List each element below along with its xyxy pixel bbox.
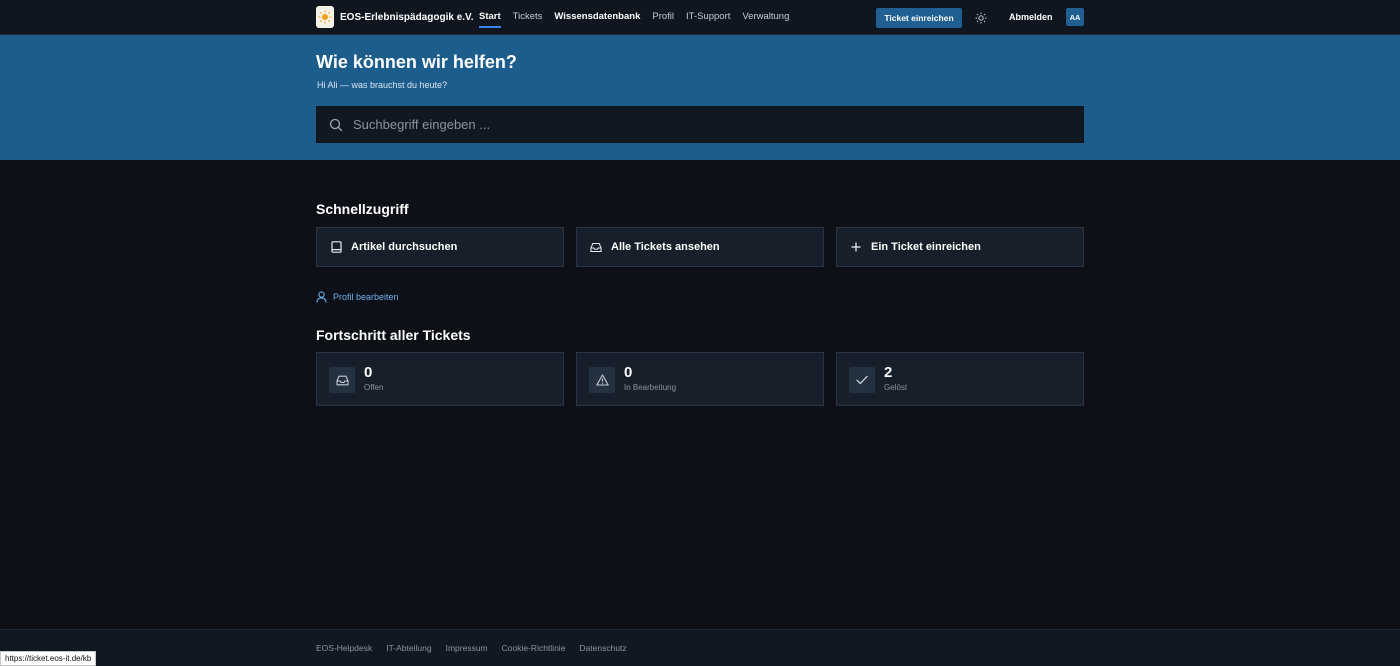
brand[interactable]: EOS-Erlebnispädagogik e.V. — [316, 6, 474, 28]
progress-title: Fortschritt aller Tickets — [316, 327, 471, 343]
logout-link[interactable]: Abmelden — [1009, 12, 1053, 22]
footer-links: EOS-Helpdesk IT-Abteilung Impressum Cook… — [316, 643, 641, 653]
greeting-subtitle: Hi Ali — was brauchst du heute? — [317, 80, 448, 90]
footer: EOS-Helpdesk IT-Abteilung Impressum Cook… — [0, 629, 1400, 666]
stat-card-in-progress[interactable]: 0 In Bearbeitung — [576, 352, 824, 406]
stat-card-resolved[interactable]: 2 Gelöst — [836, 352, 1084, 406]
check-icon — [849, 367, 875, 393]
nav-link-it-support[interactable]: IT-Support — [686, 0, 730, 35]
qa-card-label: Alle Tickets ansehen — [611, 241, 720, 253]
submit-ticket-button[interactable]: Ticket einreichen — [876, 8, 962, 28]
inbox-icon — [590, 241, 602, 253]
footer-link-it-department[interactable]: IT-Abteilung — [386, 643, 431, 653]
edit-profile-link[interactable]: Profil bearbeiten — [316, 291, 399, 303]
stat-label: Gelöst — [884, 383, 908, 392]
top-navigation: EOS-Erlebnispädagogik e.V. Start Tickets… — [0, 0, 1400, 35]
footer-link-imprint[interactable]: Impressum — [446, 643, 488, 653]
view-all-tickets-card[interactable]: Alle Tickets ansehen — [576, 227, 824, 267]
edit-profile-label: Profil bearbeiten — [333, 292, 399, 302]
stat-value: 2 — [884, 364, 893, 381]
nav-link-tickets[interactable]: Tickets — [513, 0, 543, 35]
hero-section: Wie können wir helfen? Hi Ali — was brau… — [0, 35, 1400, 160]
brand-name: EOS-Erlebnispädagogik e.V. — [340, 11, 474, 23]
user-icon — [316, 291, 327, 303]
browse-articles-card[interactable]: Artikel durchsuchen — [316, 227, 564, 267]
footer-link-cookie-policy[interactable]: Cookie-Richtlinie — [502, 643, 566, 653]
avatar[interactable]: AA — [1066, 8, 1084, 26]
stat-label: In Bearbeitung — [624, 383, 677, 392]
inbox-icon — [329, 367, 355, 393]
nav-link-verwaltung[interactable]: Verwaltung — [742, 0, 789, 35]
stat-value: 0 — [364, 364, 373, 381]
search-icon — [329, 118, 343, 132]
footer-link-helpdesk[interactable]: EOS-Helpdesk — [316, 643, 372, 653]
stat-value: 0 — [624, 364, 633, 381]
sun-logo-icon — [316, 6, 334, 28]
footer-link-privacy[interactable]: Datenschutz — [579, 643, 626, 653]
sun-icon — [975, 12, 987, 24]
page-title: Wie können wir helfen? — [316, 52, 517, 72]
nav-link-start[interactable]: Start — [479, 0, 501, 35]
search-input[interactable] — [353, 107, 1083, 142]
nav-link-profil[interactable]: Profil — [652, 0, 674, 35]
stat-card-open[interactable]: 0 Offen — [316, 352, 564, 406]
nav-link-wissensdatenbank[interactable]: Wissensdatenbank — [554, 0, 640, 35]
book-icon — [330, 241, 342, 253]
plus-icon — [850, 241, 862, 253]
main-nav: Start Tickets Wissensdatenbank Profil IT… — [479, 0, 801, 35]
browser-status-url: https://ticket.eos-it.de/kb — [0, 651, 97, 666]
theme-toggle-button[interactable] — [973, 10, 989, 26]
submit-ticket-card[interactable]: Ein Ticket einreichen — [836, 227, 1084, 267]
quick-access-title: Schnellzugriff — [316, 201, 409, 217]
qa-card-label: Artikel durchsuchen — [351, 241, 458, 253]
search-bar[interactable] — [316, 106, 1084, 143]
stat-label: Offen — [364, 383, 384, 392]
qa-card-label: Ein Ticket einreichen — [871, 241, 981, 253]
warning-icon — [589, 367, 615, 393]
